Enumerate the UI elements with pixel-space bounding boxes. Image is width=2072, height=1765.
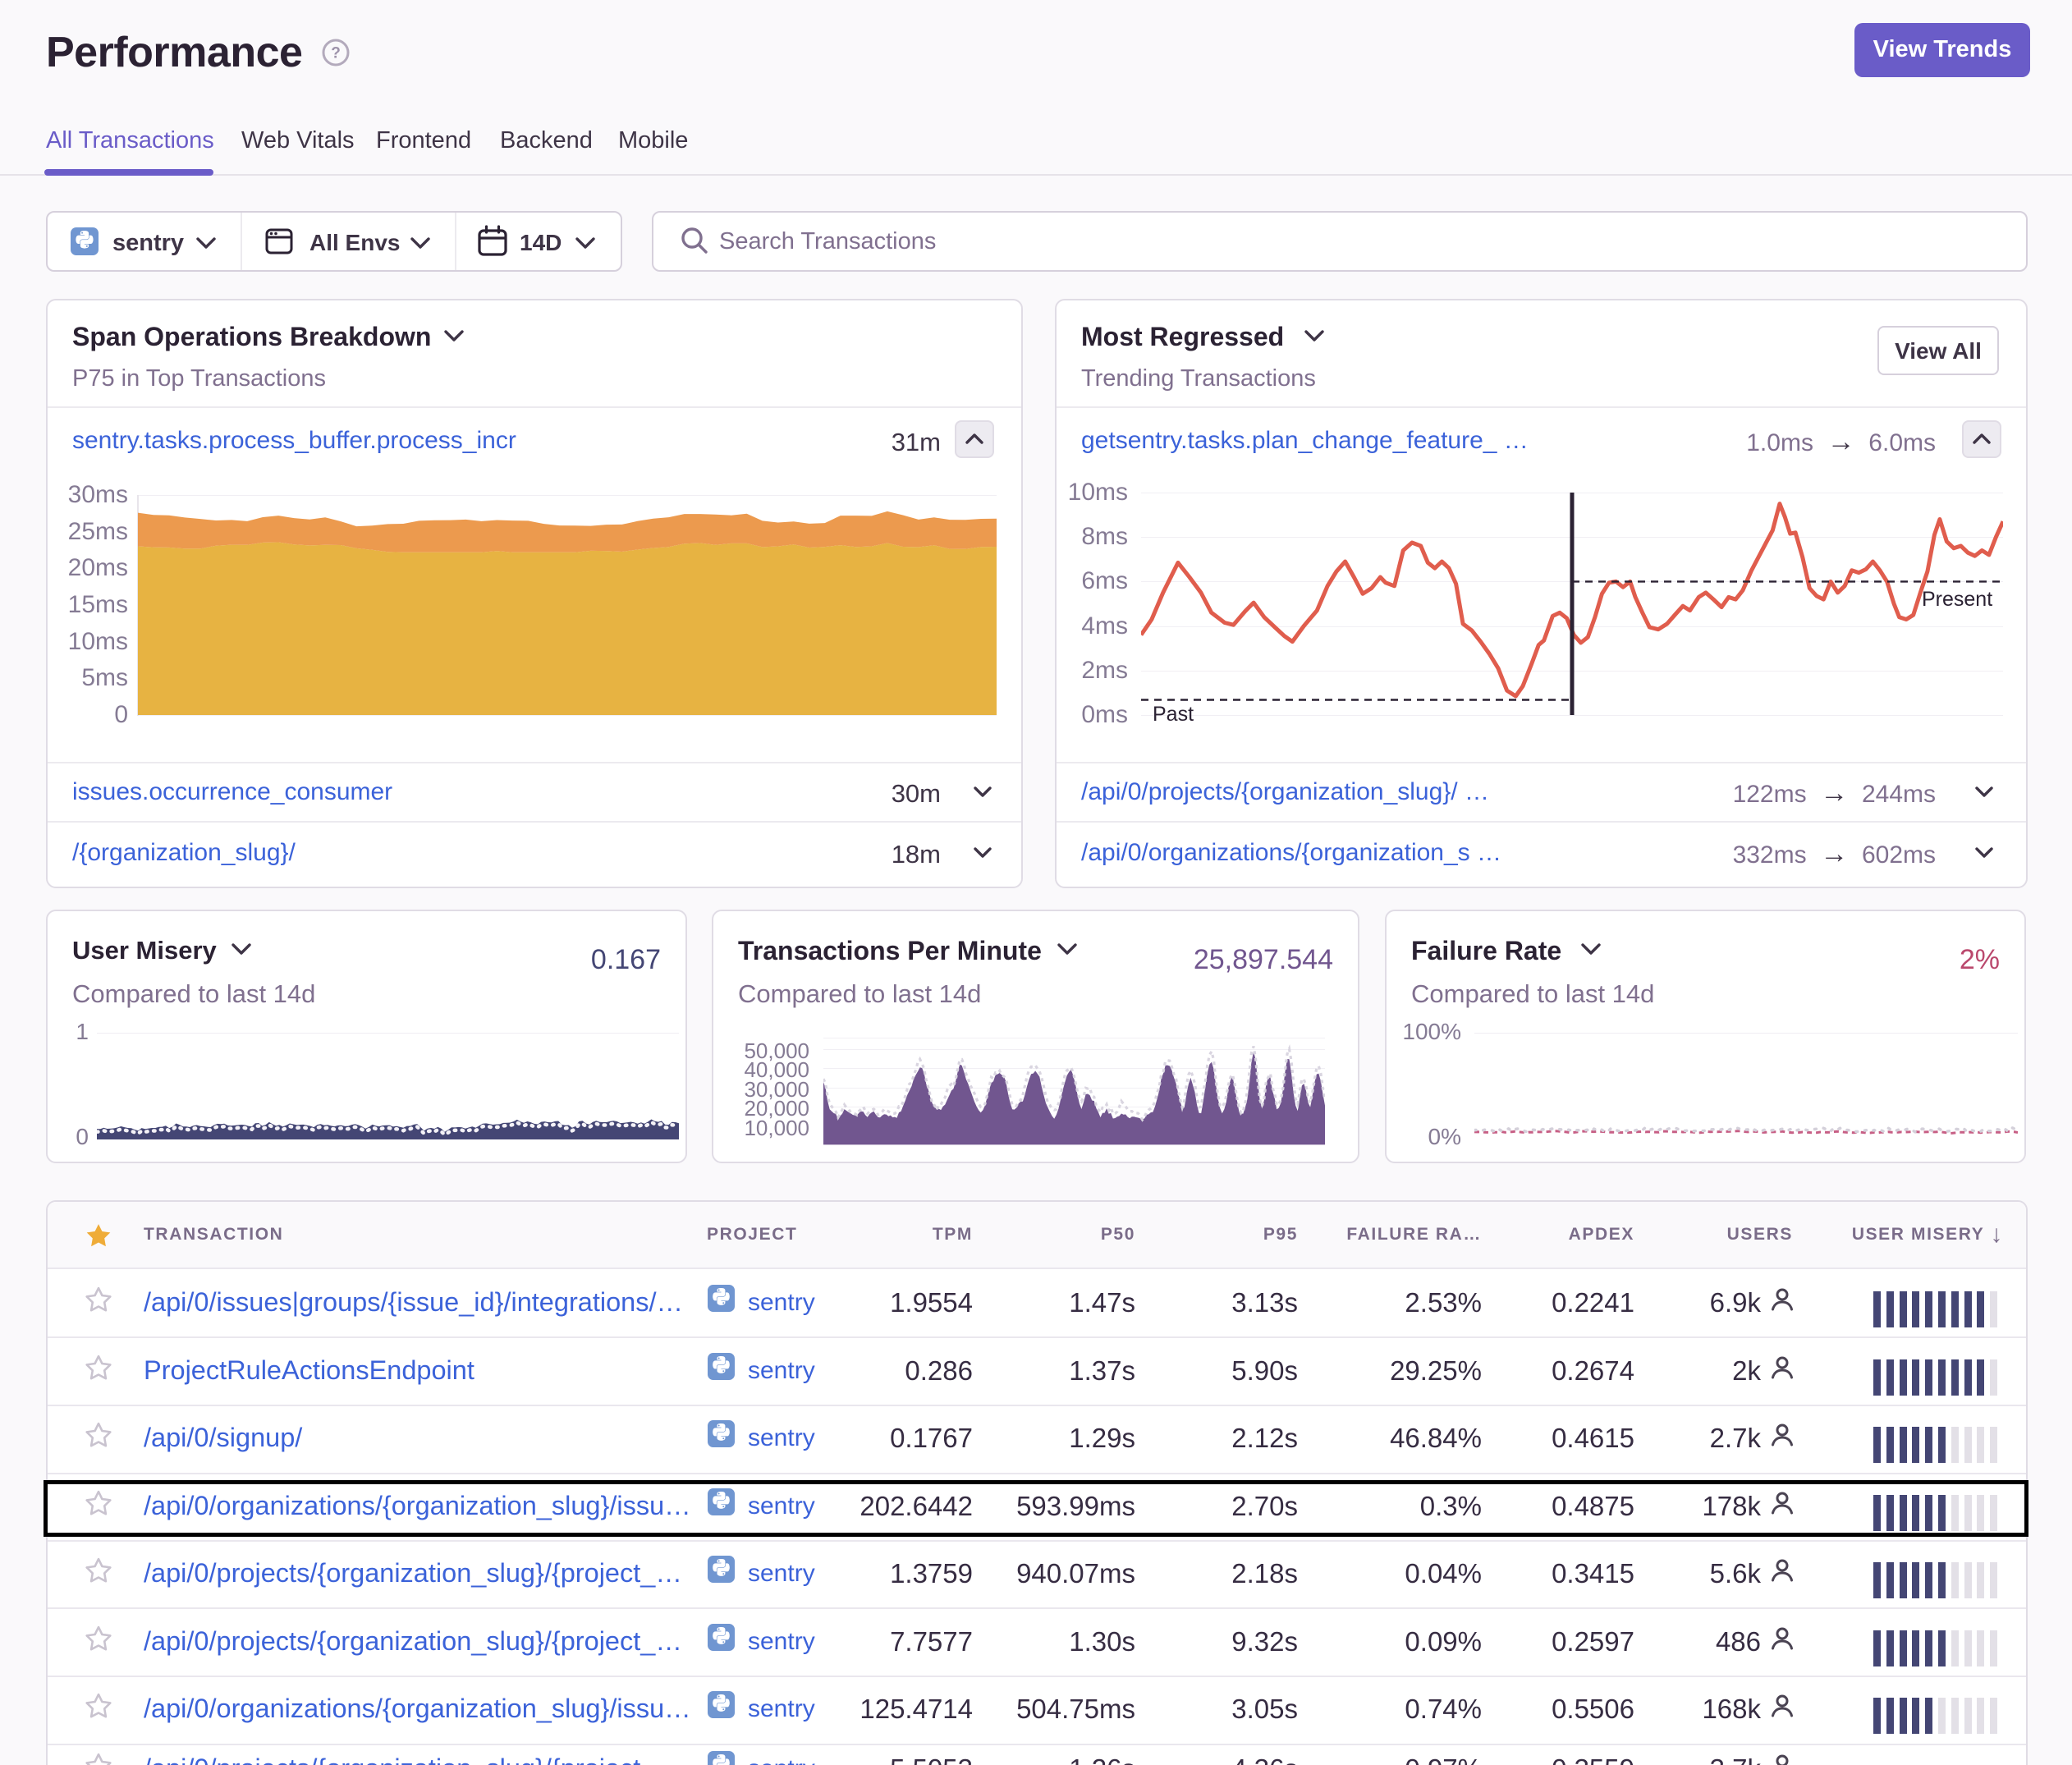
- svg-text:?: ?: [331, 45, 341, 62]
